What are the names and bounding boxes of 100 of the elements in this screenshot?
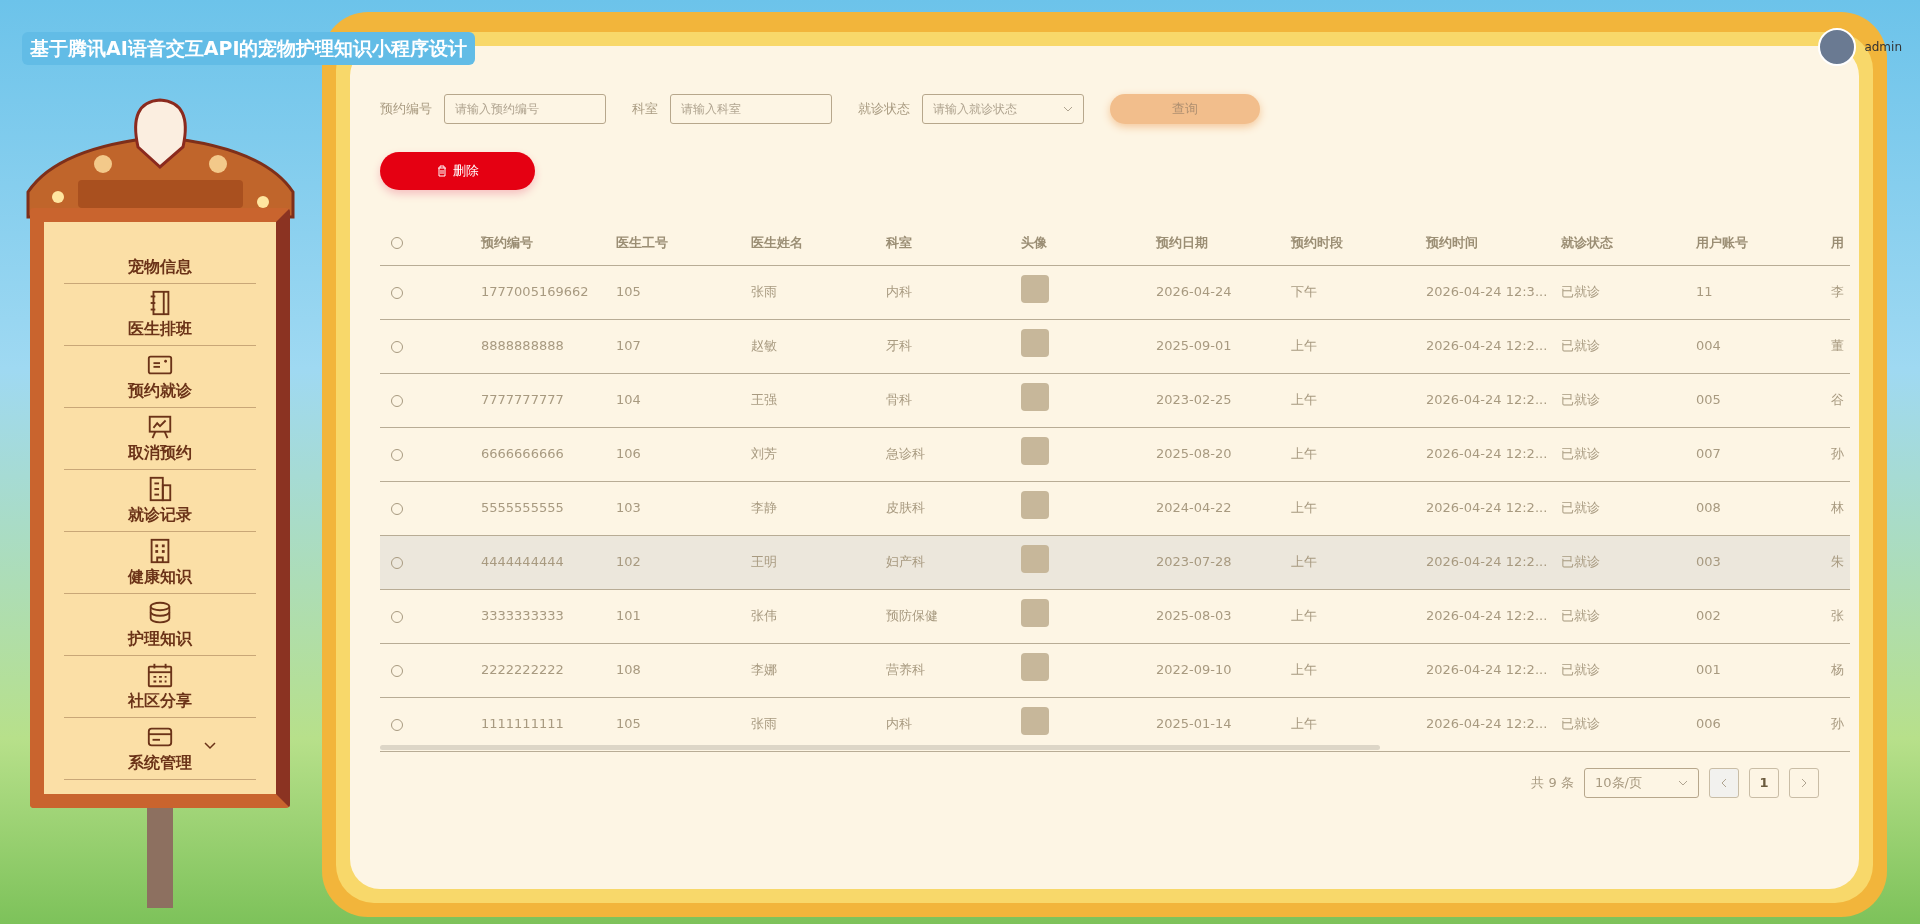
table-cell: 骨科 bbox=[886, 392, 912, 408]
table-cell: 孙 bbox=[1831, 446, 1844, 462]
table-cell: 下午 bbox=[1291, 284, 1317, 300]
filter-label: 就诊状态 bbox=[858, 100, 910, 119]
table-cell: 101 bbox=[616, 608, 641, 624]
trash-icon bbox=[436, 165, 447, 177]
table-cell: 张 bbox=[1831, 608, 1844, 624]
table-cell: 103 bbox=[616, 500, 641, 516]
table-cell: 005 bbox=[1696, 392, 1721, 408]
table-cell: 上午 bbox=[1291, 500, 1317, 516]
table-cell: 3333333333 bbox=[481, 608, 564, 624]
table-cell: 上午 bbox=[1291, 554, 1317, 570]
table-cell: 2026-04-24 12:2... bbox=[1426, 446, 1548, 462]
table-cell: 李静 bbox=[751, 500, 777, 516]
table-cell: 5555555555 bbox=[481, 500, 564, 516]
table-cell: 王强 bbox=[751, 392, 777, 408]
table-cell: 上午 bbox=[1291, 446, 1317, 462]
column-header: 就诊状态 bbox=[1560, 220, 1695, 265]
chevron-right-icon bbox=[1801, 777, 1807, 788]
table-cell: 8888888888 bbox=[481, 338, 564, 354]
table-cell: 张伟 bbox=[751, 608, 777, 624]
column-header: 科室 bbox=[885, 220, 1020, 265]
table-cell: 2026-04-24 12:2... bbox=[1426, 338, 1548, 354]
table-cell: 已就诊 bbox=[1561, 500, 1600, 516]
table-cell: 2024-04-22 bbox=[1156, 500, 1232, 516]
table-cell: 上午 bbox=[1291, 392, 1317, 408]
table-cell: 2025-08-03 bbox=[1156, 608, 1232, 624]
chart-board-icon bbox=[146, 413, 174, 441]
table-cell: 7777777777 bbox=[481, 392, 564, 408]
table-cell: 上午 bbox=[1291, 338, 1317, 354]
table-cell: 001 bbox=[1696, 662, 1721, 678]
next-page-button[interactable] bbox=[1789, 767, 1819, 798]
table-cell: 朱 bbox=[1831, 554, 1844, 570]
table-cell: 2025-01-14 bbox=[1156, 716, 1232, 732]
sidebar-item[interactable]: 取消预约 bbox=[64, 408, 256, 470]
table-cell: 上午 bbox=[1291, 662, 1317, 678]
column-header: 用户账号 bbox=[1695, 220, 1830, 265]
table-cell: 已就诊 bbox=[1561, 284, 1600, 300]
table-cell: 内科 bbox=[886, 716, 912, 732]
table-cell: 已就诊 bbox=[1561, 608, 1600, 624]
table-cell: 孙 bbox=[1831, 716, 1844, 732]
table-cell: 2026-04-24 12:2... bbox=[1426, 608, 1548, 624]
table-cell: 107 bbox=[616, 338, 641, 354]
table-cell: 2026-04-24 bbox=[1156, 284, 1232, 300]
sidebar-item[interactable]: 护理知识 bbox=[64, 594, 256, 656]
table-cell: 002 bbox=[1696, 608, 1721, 624]
sidebar-item[interactable]: 预约就诊 bbox=[64, 346, 256, 408]
table-cell: 已就诊 bbox=[1561, 392, 1600, 408]
sidebar-item[interactable]: 健康知识 bbox=[64, 532, 256, 594]
photo-placeholder bbox=[1021, 275, 1049, 304]
table-cell: 2026-04-24 12:2... bbox=[1426, 716, 1548, 732]
table-cell: 已就诊 bbox=[1561, 446, 1600, 462]
table-cell: 1777005169662 bbox=[481, 284, 589, 300]
table-cell: 6666666666 bbox=[481, 446, 564, 462]
photo-placeholder bbox=[1021, 383, 1049, 412]
previous-page-button[interactable] bbox=[1709, 767, 1739, 798]
sidebar-item[interactable]: 医生排班 bbox=[64, 284, 256, 346]
table-cell: 急诊科 bbox=[886, 446, 925, 462]
delete-button[interactable]: 删除 bbox=[380, 152, 535, 190]
column-header: 医生姓名 bbox=[750, 220, 885, 265]
sidebar-item[interactable]: 宠物信息 bbox=[64, 222, 256, 284]
sidebar-item[interactable]: 社区分享 bbox=[64, 656, 256, 718]
column-header: 用 bbox=[1830, 220, 1850, 265]
table-cell: 2023-02-25 bbox=[1156, 392, 1232, 408]
sidebar-item[interactable]: 系统管理 bbox=[64, 718, 256, 780]
chevron-left-icon bbox=[1721, 777, 1727, 788]
sidebar-item[interactable]: 就诊记录 bbox=[64, 470, 256, 532]
table-cell: 004 bbox=[1696, 338, 1721, 354]
table-cell: 2023-07-28 bbox=[1156, 554, 1232, 570]
table-cell: 2026-04-24 12:2... bbox=[1426, 662, 1548, 678]
input-field[interactable]: 请输入预约编号 bbox=[444, 94, 606, 124]
chevron-down-icon bbox=[1678, 779, 1688, 786]
horizontal-scrollbar[interactable] bbox=[380, 744, 1380, 750]
table-cell: 谷 bbox=[1831, 392, 1844, 408]
table-cell: 董 bbox=[1831, 338, 1844, 354]
total-count: 共 9 条 bbox=[1531, 773, 1574, 792]
table-cell: 上午 bbox=[1291, 716, 1317, 732]
table-cell: 张雨 bbox=[751, 284, 777, 300]
photo-placeholder bbox=[1021, 329, 1049, 358]
table-cell: 007 bbox=[1696, 446, 1721, 462]
input-field[interactable]: 请输入科室 bbox=[670, 94, 832, 124]
table-cell: 张雨 bbox=[751, 716, 777, 732]
table-cell: 林 bbox=[1831, 500, 1844, 516]
column-header: 预约时段 bbox=[1290, 220, 1425, 265]
table-cell: 2025-08-20 bbox=[1156, 446, 1232, 462]
table-cell: 2222222222 bbox=[481, 662, 564, 678]
table-cell: 008 bbox=[1696, 500, 1721, 516]
table-cell: 2026-04-24 12:2... bbox=[1426, 554, 1548, 570]
filter-label: 科室 bbox=[632, 100, 658, 119]
column-header: 医生工号 bbox=[615, 220, 750, 265]
table-cell: 2025-09-01 bbox=[1156, 338, 1232, 354]
table-cell: 上午 bbox=[1291, 608, 1317, 624]
page-button[interactable]: 1 bbox=[1749, 767, 1779, 798]
column-header: 头像 bbox=[1020, 220, 1155, 265]
column-header: 预约日期 bbox=[1155, 220, 1290, 265]
photo-placeholder bbox=[1021, 599, 1049, 628]
table-cell: 王明 bbox=[751, 554, 777, 570]
table-cell: 105 bbox=[616, 284, 641, 300]
table-cell: 2026-04-24 12:3... bbox=[1426, 284, 1548, 300]
table-cell: 006 bbox=[1696, 716, 1721, 732]
